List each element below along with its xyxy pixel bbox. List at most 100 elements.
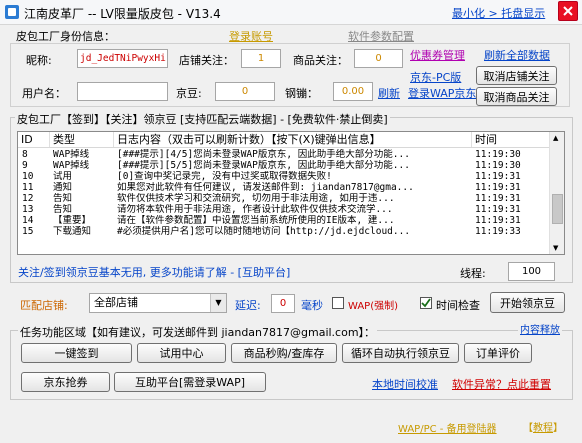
software-params-link[interactable]: 软件参数配置	[348, 28, 414, 44]
close-icon	[563, 6, 573, 16]
task-button-mutual[interactable]: 互助平台[需登录WAP]	[114, 372, 266, 392]
log-cell-id: 15	[22, 226, 34, 237]
log-cell-time: 11:19:33	[475, 226, 521, 237]
threads-field[interactable]: 100	[508, 262, 555, 281]
refresh-all-link[interactable]: 刷新全部数据	[484, 47, 550, 63]
wap-force-checkbox[interactable]	[332, 297, 344, 309]
nickname-label: 昵称:	[26, 54, 52, 67]
task-button-coupon[interactable]: 京东抢券	[21, 372, 110, 392]
abnormal-reset-link[interactable]: 软件异常？点此重置	[452, 376, 551, 392]
col-id[interactable]: ID	[18, 132, 50, 147]
gangbeng-label: 钢镚：	[285, 87, 318, 100]
log-cell-content: 请勿将本软件用于非法用途, 作者设计此软件仅供技术交流学...	[117, 204, 393, 215]
time-check-label[interactable]: 时间检查	[436, 297, 480, 313]
start-jingdou-button[interactable]: 开始领京豆	[490, 292, 565, 313]
log-cell-content: [###提示][5/5]您尚未登录WAP版京东, 因此助手绝大部分功能...	[117, 160, 410, 171]
delay-label: 延迟:	[235, 299, 261, 312]
log-cell-type: 下载通知	[53, 226, 92, 237]
log-cell-content: 请在【软件参数配置】中设置您当前系统所使用的IE版本, 建...	[117, 215, 395, 226]
cancel-shop-follow-button[interactable]: 取消店铺关注	[476, 66, 557, 85]
shop-select[interactable]: 全部店铺 ▼	[89, 293, 227, 313]
cancel-goods-follow-button[interactable]: 取消商品关注	[476, 87, 557, 106]
log-list[interactable]: ID 类型 日志内容（双击可以刷新计数）【按下(X)键弹出信息】 时间 8 WAP…	[17, 131, 565, 255]
log-cell-type: 通知	[53, 182, 73, 193]
username-field[interactable]	[77, 82, 168, 101]
log-cell-id: 12	[22, 193, 34, 204]
tutorial-text[interactable]: 教程	[533, 423, 553, 434]
log-row[interactable]: 10 试用 [0]查询中奖记录完, 没有中过奖或取得数据失败! 11:19:31	[18, 171, 550, 182]
task-button-trial[interactable]: 试用中心	[137, 343, 226, 363]
backup-login-link[interactable]: WAP/PC - 备用登陆器	[398, 420, 497, 435]
ms-label: 毫秒	[301, 299, 323, 312]
log-row[interactable]: 11 通知 如果您对此软件有任何建议, 请发送邮件到: jiandan7817@gm…	[18, 182, 550, 193]
col-content[interactable]: 日志内容（双击可以刷新计数）【按下(X)键弹出信息】	[114, 132, 472, 147]
log-cell-time: 11:19:31	[475, 182, 521, 193]
log-cell-type: 试用	[53, 171, 73, 182]
threads-label: 线程:	[460, 267, 486, 280]
log-cell-time: 11:19:30	[475, 149, 521, 160]
goods-follow-count: 0	[354, 49, 403, 68]
login-account-link[interactable]: 登录账号	[229, 28, 273, 44]
log-cell-type: WAP掉线	[53, 160, 90, 171]
col-time[interactable]: 时间	[472, 132, 550, 147]
refresh-link[interactable]: 刷新	[378, 85, 400, 101]
goods-follow-label: 商品关注：	[293, 54, 348, 67]
log-cell-time: 11:19:30	[475, 160, 521, 171]
task-button-loop[interactable]: 循环自动执行领京豆	[342, 343, 459, 363]
log-cell-type: 告知	[53, 204, 73, 215]
window-title: 江南皮革厂 -- LV限量版皮包 - V13.4	[24, 7, 221, 21]
log-row[interactable]: 8 WAP掉线 [###提示][4/5]您尚未登录WAP版京东, 因此助手绝大部分功…	[18, 149, 550, 160]
wap-login-link[interactable]: 登录WAP京东	[408, 85, 476, 101]
minimize-tray-link[interactable]: 最小化 > 托盘显示	[452, 5, 545, 21]
log-row[interactable]: 15 下载通知 #必须提供用户名]您可以随时随地访问【http://jd.ejdcl…	[18, 226, 550, 237]
log-cell-id: 9	[22, 160, 28, 171]
log-row[interactable]: 9 WAP掉线 [###提示][5/5]您尚未登录WAP版京东, 因此助手绝大部分功…	[18, 160, 550, 171]
log-cell-type: 告知	[53, 193, 73, 204]
chevron-down-icon[interactable]: ▼	[210, 294, 226, 312]
log-cell-id: 14	[22, 215, 34, 226]
log-cell-time: 11:19:31	[475, 193, 521, 204]
col-type[interactable]: 类型	[50, 132, 114, 147]
log-cell-time: 11:19:31	[475, 204, 521, 215]
log-scrollbar[interactable]: ▲ ▼	[549, 132, 564, 254]
log-cell-content: 如果您对此软件有任何建议, 请发送邮件到: jiandan7817@gma...	[117, 182, 414, 193]
shop-follow-label: 店铺关注：	[179, 54, 234, 67]
log-cell-content: #必须提供用户名]您可以随时随地访问【http://jd.ejdcloud...	[117, 226, 411, 237]
log-cell-type: WAP掉线	[53, 149, 90, 160]
scroll-up-icon[interactable]: ▲	[553, 134, 558, 142]
gangbeng-count: 0.00	[333, 82, 373, 101]
delay-field[interactable]: 0	[271, 294, 295, 313]
app-icon	[5, 5, 19, 19]
log-cell-content: 软件仅供技术学习和交流研究, 切勿用于非法用途, 如用于违...	[117, 193, 395, 204]
content-release-link[interactable]: 内容释放	[518, 321, 562, 336]
tutorial-link[interactable]: 【教程】	[523, 419, 563, 434]
scroll-down-icon[interactable]: ▼	[553, 244, 558, 252]
task-button-seckill[interactable]: 商品秒购/查库存	[231, 343, 337, 363]
coupon-manage-link[interactable]: 优惠券管理	[410, 47, 465, 63]
log-row[interactable]: 13 告知 请勿将本软件用于非法用途, 作者设计此软件仅供技术交流学... 11:19…	[18, 204, 550, 215]
local-time-link[interactable]: 本地时间校准	[372, 376, 438, 392]
log-row[interactable]: 12 告知 软件仅供技术学习和交流研究, 切勿用于非法用途, 如用于违... 11:1…	[18, 193, 550, 204]
jd-pc-link[interactable]: 京东-PC版	[410, 69, 461, 85]
close-button[interactable]	[558, 1, 578, 21]
task-button-review[interactable]: 订单评价	[464, 343, 532, 363]
time-check-checkbox[interactable]	[420, 297, 432, 309]
checkmark-icon	[421, 298, 431, 308]
log-row[interactable]: 14 【重要】 请在【软件参数配置】中设置您当前系统所使用的IE版本, 建... 11…	[18, 215, 550, 226]
log-cell-id: 13	[22, 204, 34, 215]
title-bar: 江南皮革厂 -- LV限量版皮包 - V13.4 最小化 > 托盘显示	[0, 0, 582, 25]
shop-follow-count: 1	[241, 49, 281, 68]
tasks-group-title: 任务功能区域【如有建议，可发送邮件到 jiandan7817@gmail.com…	[18, 324, 378, 340]
log-group-title: 皮包工厂【签到】【关注】领京豆 [支持匹配云端数据] - [免费软件·禁止倒卖]	[15, 111, 390, 127]
wap-force-label[interactable]: WAP(强制)	[348, 297, 398, 312]
log-cell-type: 【重要】	[53, 215, 92, 226]
log-header: ID 类型 日志内容（双击可以刷新计数）【按下(X)键弹出信息】 时间	[18, 132, 550, 148]
match-shop-label: 匹配店铺:	[20, 299, 68, 312]
nickname-field[interactable]: jd_JedTNiPwyxHi	[77, 49, 168, 68]
identity-title: 皮包工厂身份信息：	[16, 30, 115, 43]
scroll-thumb[interactable]	[552, 194, 563, 224]
shop-select-value: 全部店铺	[94, 296, 138, 309]
log-cell-id: 10	[22, 171, 34, 182]
task-button-sign[interactable]: 一键签到	[21, 343, 132, 363]
info-text[interactable]: 关注/签到领京豆基本无用, 更多功能请了解 - [互助平台]	[18, 264, 290, 280]
